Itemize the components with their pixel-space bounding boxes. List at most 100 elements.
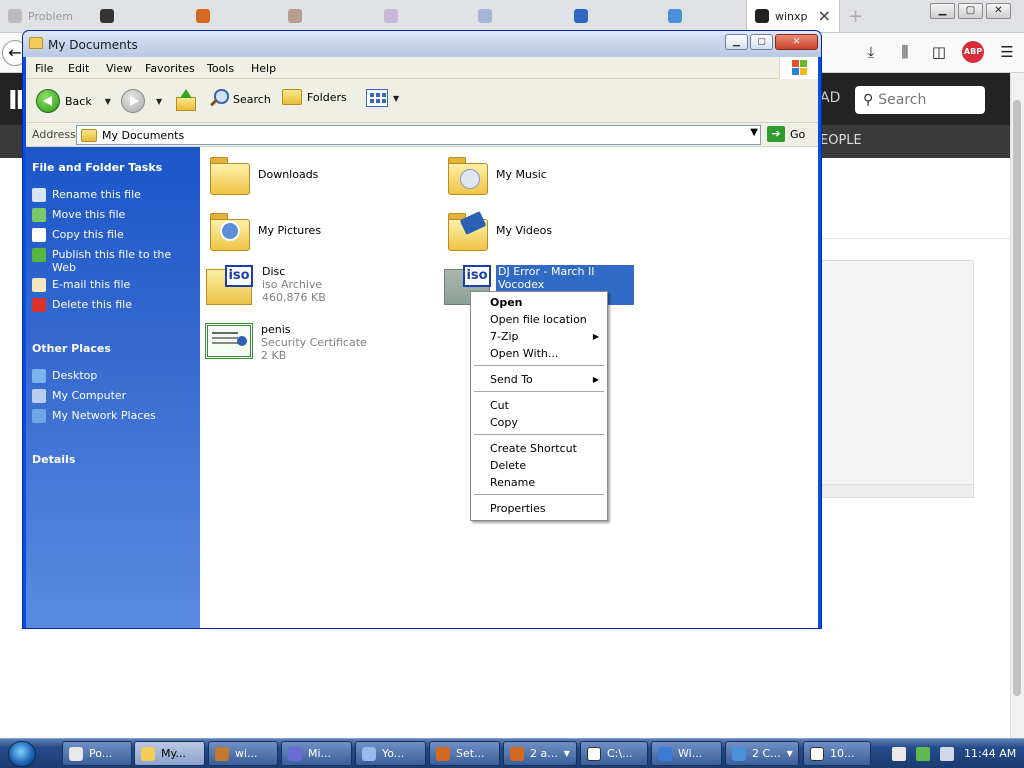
taskbar-button[interactable]: C:\... xyxy=(580,741,648,766)
menu-item-properties[interactable]: Properties xyxy=(471,500,607,517)
go-button[interactable]: ➔ Go xyxy=(767,126,805,142)
browser-tab[interactable] xyxy=(470,0,560,32)
keyboard-icon[interactable] xyxy=(892,746,906,761)
taskbar-button[interactable]: Set... xyxy=(429,741,500,766)
panel-horizontal-scrollbar[interactable] xyxy=(820,484,972,497)
menu-item-7zip[interactable]: 7-Zip ▶ xyxy=(471,328,607,345)
my-computer-link[interactable]: My Computer xyxy=(32,389,192,403)
menu-favorites[interactable]: Favorites xyxy=(145,62,195,75)
new-tab-button[interactable]: + xyxy=(848,6,863,27)
menu-item-open[interactable]: Open xyxy=(471,294,607,311)
minimize-button[interactable]: ▁ xyxy=(725,34,748,50)
start-button[interactable] xyxy=(8,741,36,767)
page-scrollbar-thumb[interactable] xyxy=(1013,100,1021,696)
file-item-my-music[interactable]: My Music xyxy=(446,155,547,195)
other-places-header[interactable]: Other Places xyxy=(32,342,111,355)
menu-item-open-with[interactable]: Open With... xyxy=(471,345,607,362)
rename-file-link[interactable]: Rename this file xyxy=(32,188,192,202)
delete-icon xyxy=(32,298,46,312)
file-item-my-pictures[interactable]: My Pictures xyxy=(208,211,321,251)
menu-view[interactable]: View xyxy=(106,62,132,75)
menu-tools[interactable]: Tools xyxy=(207,62,234,75)
taskbar-button-active[interactable]: My... xyxy=(134,741,205,766)
browser-tab[interactable] xyxy=(376,0,466,32)
browser-tab[interactable] xyxy=(660,0,746,32)
folders-button[interactable]: Folders xyxy=(282,89,347,105)
tab-close-icon[interactable]: × xyxy=(818,8,831,24)
sidebar-icon[interactable]: ◫ xyxy=(928,41,950,63)
file-info: penis Security Certificate 2 KB xyxy=(261,323,367,362)
minimize-button[interactable]: ▁ xyxy=(930,3,955,19)
menu-edit[interactable]: Edit xyxy=(68,62,89,75)
dropdown-arrow-icon[interactable]: ▼ xyxy=(156,97,162,106)
forward-button[interactable]: ▼ xyxy=(121,89,162,113)
browser-tab-active[interactable]: winxp × xyxy=(746,0,840,32)
file-tasks-header[interactable]: File and Folder Tasks xyxy=(32,161,162,174)
menu-help[interactable]: Help xyxy=(251,62,276,75)
taskbar-button[interactable]: Wi... xyxy=(651,741,722,766)
library-icon[interactable]: ⫼ xyxy=(894,41,916,63)
file-item-disc[interactable]: iso Disc iso Archive 460,876 KB xyxy=(206,265,326,305)
file-item-my-videos[interactable]: My Videos xyxy=(446,211,552,251)
taskbar-button[interactable]: wi... xyxy=(208,741,278,766)
menu-item-cut[interactable]: Cut xyxy=(471,397,607,414)
up-button[interactable] xyxy=(176,89,196,111)
file-size: 2 KB xyxy=(261,349,287,362)
address-field[interactable]: My Documents ▼ xyxy=(76,125,761,145)
site-search-field[interactable]: ⚲ Search xyxy=(855,86,985,114)
menu-item-rename[interactable]: Rename xyxy=(471,474,607,491)
file-item-certificate[interactable]: penis Security Certificate 2 KB xyxy=(205,323,367,362)
adblock-icon[interactable]: ABP xyxy=(962,41,984,63)
taskbar-group-button[interactable]: 2 a... ▼ xyxy=(503,741,577,766)
taskbar-label: wi... xyxy=(235,747,258,760)
browser-tab[interactable] xyxy=(92,0,178,32)
site-nav-link[interactable]: AD xyxy=(820,90,840,106)
email-icon xyxy=(32,278,46,292)
delete-file-link[interactable]: Delete this file xyxy=(32,298,192,312)
maximize-button[interactable]: ▢ xyxy=(750,34,773,50)
details-header[interactable]: Details xyxy=(32,453,75,466)
copy-file-link[interactable]: Copy this file xyxy=(32,228,192,242)
volume-icon[interactable] xyxy=(940,746,954,761)
menu-item-open-file-location[interactable]: Open file location xyxy=(471,311,607,328)
taskbar-button[interactable]: Yo... xyxy=(355,741,426,766)
taskbar-button[interactable]: 10... xyxy=(803,741,871,766)
menu-separator xyxy=(474,365,604,366)
publish-file-link[interactable]: Publish this file to the Web xyxy=(32,248,192,274)
menu-file[interactable]: File xyxy=(35,62,53,75)
menu-item-delete[interactable]: Delete xyxy=(471,457,607,474)
browser-tab[interactable] xyxy=(280,0,370,32)
file-item-downloads[interactable]: Downloads xyxy=(208,155,318,195)
window-titlebar[interactable]: My Documents ▁ ▢ ✕ xyxy=(23,31,821,57)
back-button[interactable]: Back ▼ xyxy=(36,89,111,113)
desktop-link[interactable]: Desktop xyxy=(32,369,192,383)
site-subnav-link[interactable]: EOPLE xyxy=(820,133,862,148)
clock[interactable]: 11:44 AM xyxy=(964,747,1016,760)
close-button[interactable]: ✕ xyxy=(775,34,818,50)
menu-item-copy[interactable]: Copy xyxy=(471,414,607,431)
network-icon[interactable] xyxy=(916,746,930,761)
browser-tab[interactable] xyxy=(188,0,274,32)
tab-favicon-icon xyxy=(574,9,588,23)
dropdown-arrow-icon[interactable]: ▼ xyxy=(105,97,111,106)
taskbar-group-button[interactable]: 2 C... ▼ xyxy=(725,741,799,766)
taskbar-button[interactable]: Po... xyxy=(62,741,132,766)
browser-tab[interactable]: Problem xyxy=(0,0,86,32)
views-button[interactable]: ▼ xyxy=(366,89,399,107)
submenu-arrow-icon: ▶ xyxy=(592,332,599,341)
browser-tab[interactable] xyxy=(566,0,656,32)
download-icon[interactable]: ⤓ xyxy=(860,41,882,63)
dropdown-arrow-icon[interactable]: ▼ xyxy=(750,127,758,138)
menu-icon[interactable]: ☰ xyxy=(996,41,1018,63)
maximize-button[interactable]: ▢ xyxy=(958,3,983,19)
menu-item-create-shortcut[interactable]: Create Shortcut xyxy=(471,440,607,457)
close-button[interactable]: ✕ xyxy=(986,3,1011,19)
network-places-link[interactable]: My Network Places xyxy=(32,409,192,423)
taskbar-button[interactable]: Mi... xyxy=(281,741,352,766)
move-file-link[interactable]: Move this file xyxy=(32,208,192,222)
search-button[interactable]: Search xyxy=(208,89,271,109)
dropdown-arrow-icon[interactable]: ▼ xyxy=(393,94,399,103)
menu-item-send-to[interactable]: Send To ▶ xyxy=(471,371,607,388)
task-label: Publish this file to the Web xyxy=(52,248,172,274)
email-file-link[interactable]: E-mail this file xyxy=(32,278,192,292)
